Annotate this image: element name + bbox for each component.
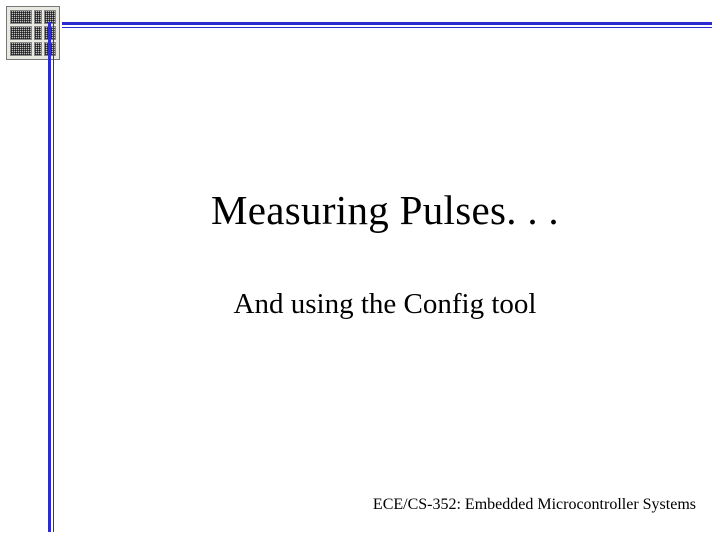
top-rule [62, 22, 712, 28]
slide-title: Measuring Pulses. . . [70, 186, 700, 234]
left-rule [48, 22, 54, 532]
slide-subtitle: And using the Config tool [70, 288, 700, 321]
slide-footer: ECE/CS-352: Embedded Microcontroller Sys… [373, 496, 696, 514]
slide: Measuring Pulses. . . And using the Conf… [0, 0, 720, 540]
